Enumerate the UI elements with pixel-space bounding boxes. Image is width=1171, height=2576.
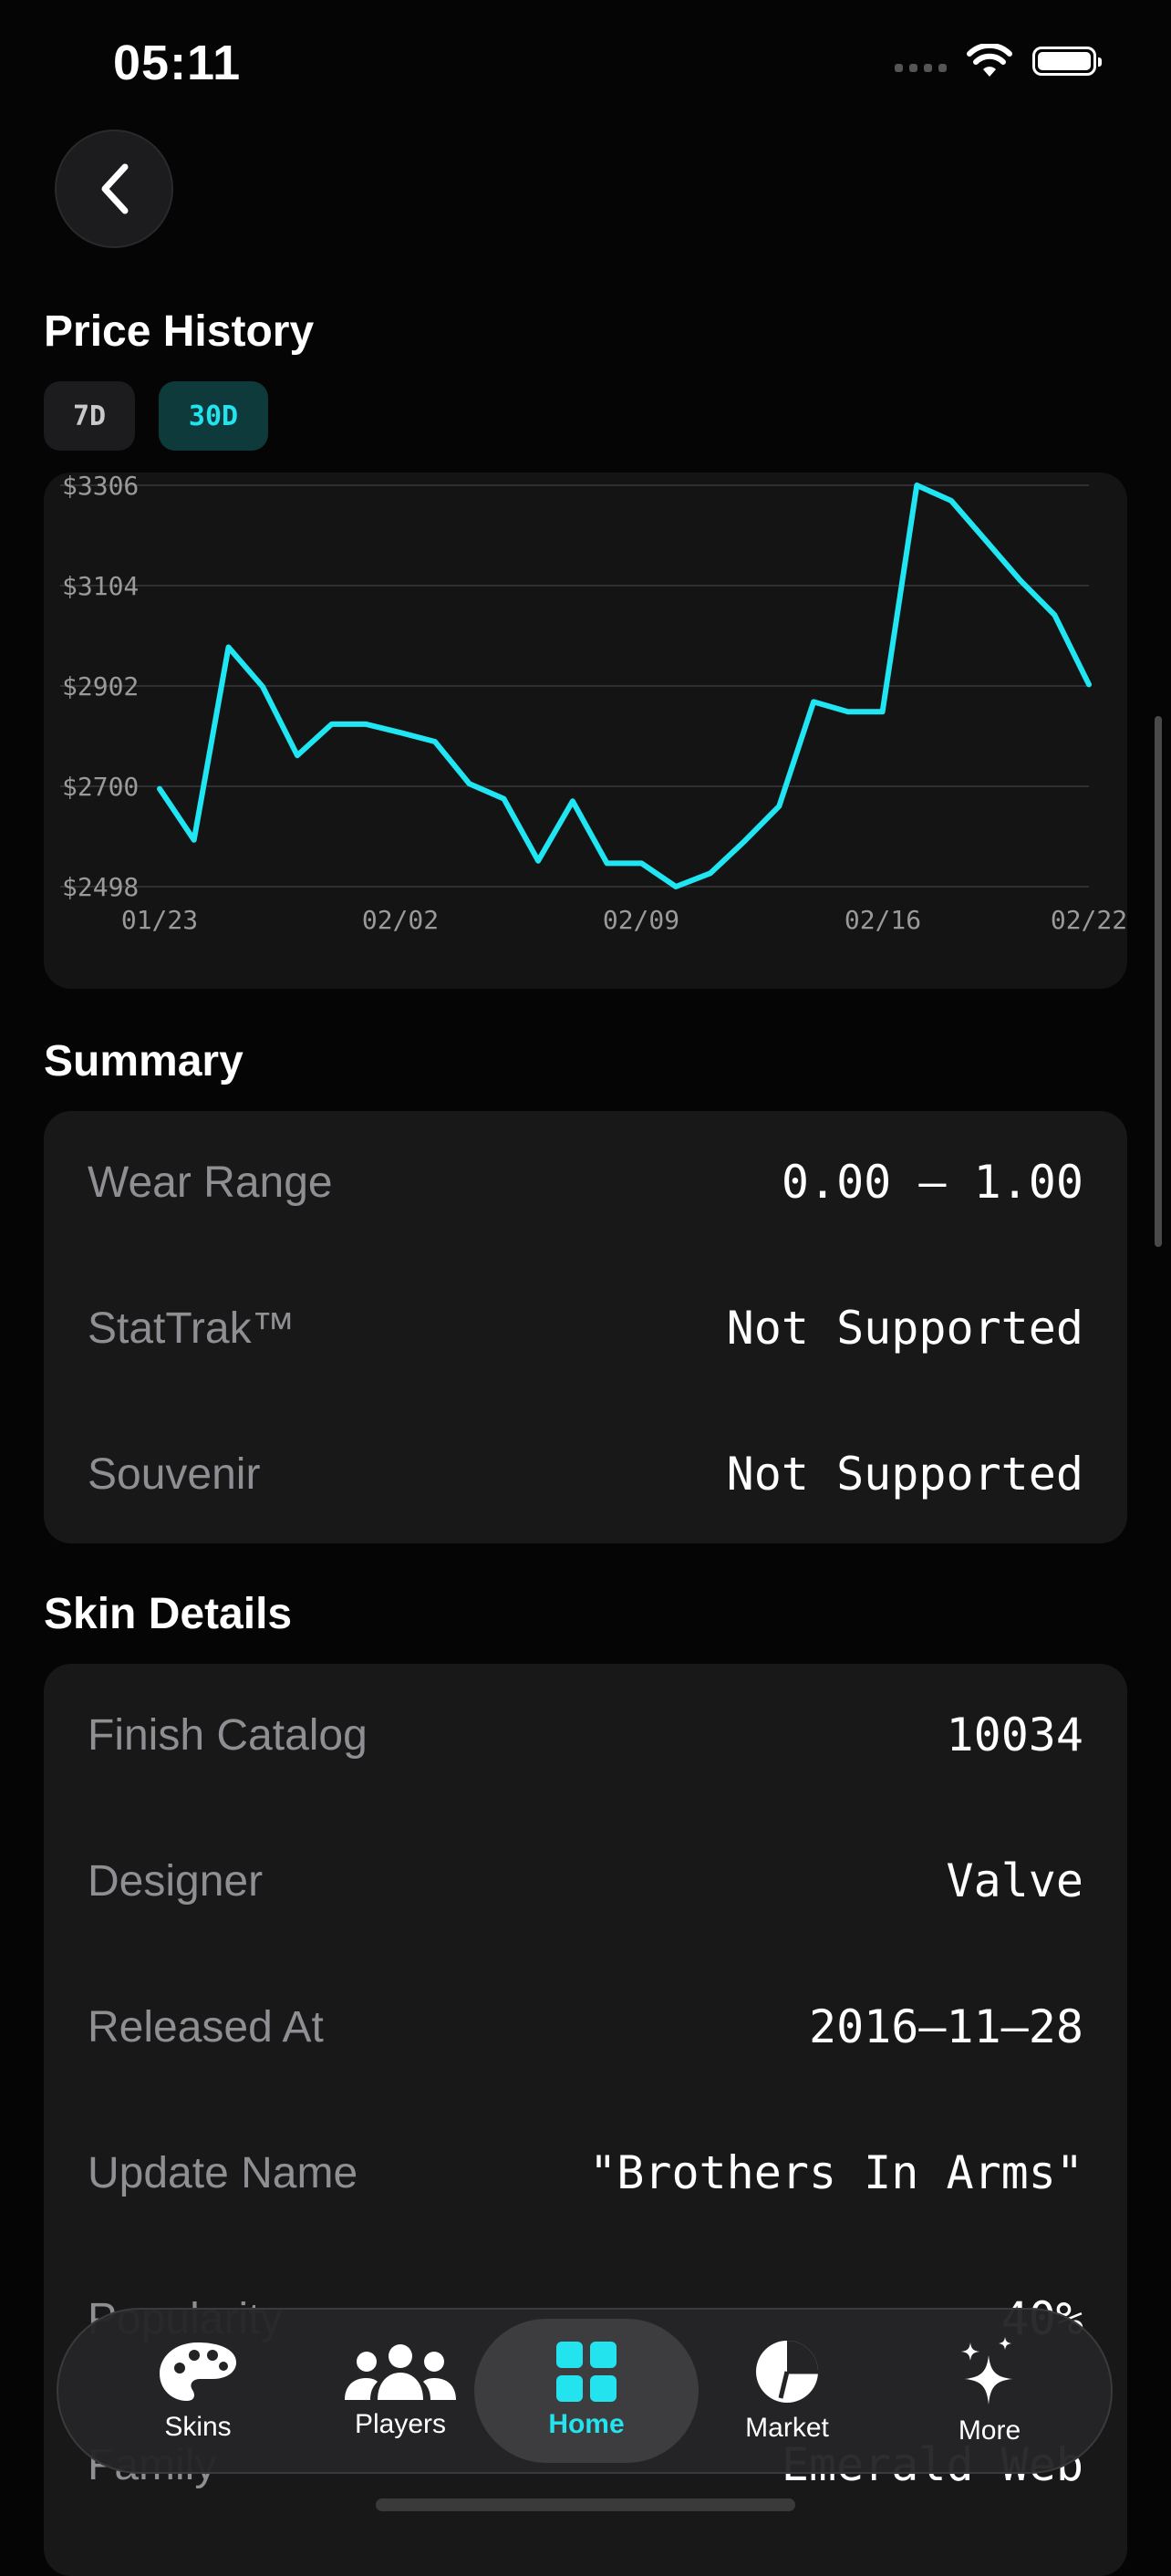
range-7d-button[interactable]: 7D — [44, 381, 135, 451]
status-time: 05:11 — [113, 36, 242, 90]
row-label: Designer — [88, 1856, 264, 1906]
detail-row-released-at: Released At 2016–11–28 — [88, 1990, 1083, 2063]
row-value: 10034 — [946, 1709, 1083, 1761]
row-value: Not Supported — [726, 1448, 1083, 1501]
row-label: Finish Catalog — [88, 1710, 368, 1760]
skin-details-title: Skin Details — [44, 1590, 293, 1638]
row-value: Valve — [946, 1854, 1083, 1907]
y-tick-label: $2498 — [62, 872, 139, 902]
range-30d-button[interactable]: 30D — [159, 381, 268, 451]
tab-label: Market — [745, 2413, 829, 2443]
x-tick-label: 02/02 — [362, 905, 439, 935]
people-icon — [345, 2344, 456, 2400]
y-tick-label: $2700 — [62, 772, 139, 802]
scrollbar[interactable] — [1155, 716, 1162, 1247]
cellular-signal-icon — [895, 63, 947, 72]
x-tick-label: 02/09 — [603, 905, 679, 935]
summary-row-stattrak: StatTrak™ Not Supported — [88, 1292, 1083, 1365]
grid-icon — [556, 2342, 617, 2402]
chevron-left-icon — [101, 163, 129, 214]
tab-label: More — [958, 2415, 1021, 2446]
price-history-title: Price History — [44, 307, 315, 356]
tab-label: Players — [354, 2409, 447, 2439]
price-chart: $3306 $3104 $2902 $2700 $2498 01/23 02/02 02/09… — [44, 471, 1127, 989]
x-tick-label: 02/16 — [845, 905, 921, 935]
row-value: 2016–11–28 — [808, 2000, 1083, 2053]
detail-row-finish-catalog: Finish Catalog 10034 — [88, 1698, 1083, 1771]
tab-more[interactable]: More — [877, 2319, 1102, 2463]
y-tick-label: $2902 — [62, 671, 139, 701]
status-icons — [895, 44, 1102, 78]
summary-row-wear-range: Wear Range 0.00 – 1.00 — [88, 1146, 1083, 1219]
wifi-icon — [967, 44, 1012, 77]
tab-label: Skins — [164, 2412, 232, 2442]
row-value: Not Supported — [726, 1302, 1083, 1355]
detail-row-designer: Designer Valve — [88, 1844, 1083, 1917]
home-indicator — [376, 2498, 795, 2511]
row-label: Wear Range — [88, 1158, 333, 1207]
back-button[interactable] — [55, 130, 173, 248]
x-tick-label: 02/22 — [1051, 905, 1127, 935]
summary-title: Summary — [44, 1037, 244, 1085]
row-label: Update Name — [88, 2148, 358, 2197]
summary-row-souvenir: Souvenir Not Supported — [88, 1438, 1083, 1511]
tab-label: Home — [548, 2409, 625, 2439]
row-value: "Brothers In Arms" — [589, 2146, 1083, 2199]
y-tick-label: $3306 — [62, 473, 139, 501]
tab-bar: Skins Players Home Market More — [57, 2308, 1113, 2474]
sparkles-icon — [961, 2337, 1012, 2405]
detail-row-update-name: Update Name "Brothers In Arms" — [88, 2136, 1083, 2209]
row-label: Souvenir — [88, 1449, 261, 1499]
tab-home[interactable]: Home — [474, 2319, 699, 2463]
summary-card: Wear Range 0.00 – 1.00 StatTrak™ Not Sup… — [44, 1111, 1127, 1543]
price-chart-svg: $3306 $3104 $2902 $2700 $249801/23 02/02 02/09… — [60, 471, 1127, 935]
pie-chart-icon — [756, 2341, 818, 2403]
y-tick-label: $3104 — [62, 571, 139, 601]
palette-icon — [160, 2342, 236, 2401]
tab-skins[interactable]: Skins — [86, 2319, 310, 2463]
row-label: StatTrak™ — [88, 1304, 295, 1353]
row-value: 0.00 – 1.00 — [781, 1156, 1083, 1209]
battery-icon — [1032, 47, 1102, 76]
x-tick-label: 01/23 — [121, 905, 198, 935]
row-label: Released At — [88, 2002, 324, 2051]
tab-market[interactable]: Market — [675, 2319, 899, 2463]
